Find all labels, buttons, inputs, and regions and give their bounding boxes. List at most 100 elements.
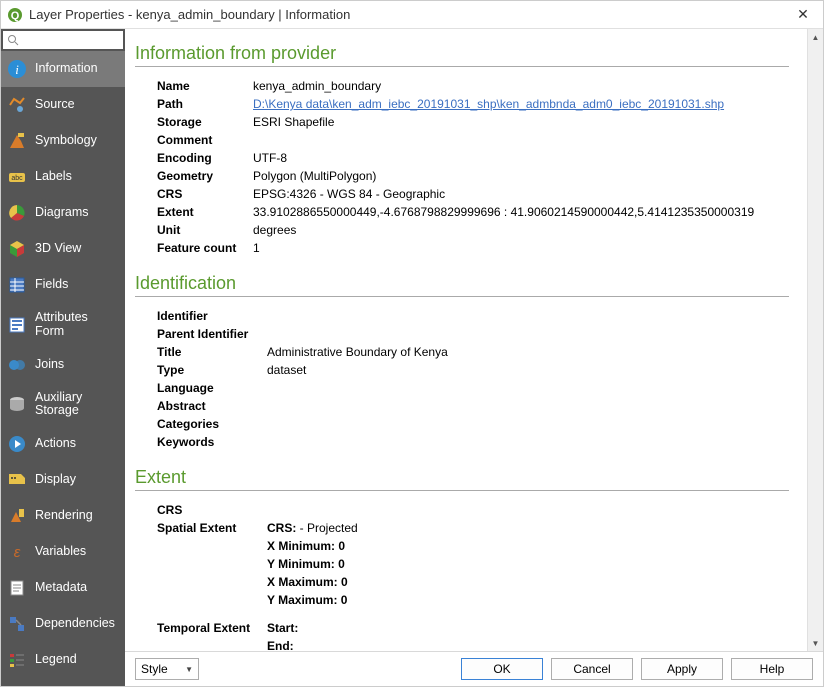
- display-icon: [7, 470, 27, 490]
- apply-button[interactable]: Apply: [641, 658, 723, 680]
- sidebar-item-metadata[interactable]: Metadata: [1, 570, 125, 606]
- fields-icon: [7, 275, 27, 295]
- spatial-extent-values: CRS: - Projected X Minimum: 0 Y Minimum:…: [267, 519, 789, 609]
- label: Categories: [157, 415, 267, 433]
- label: Temporal Extent: [157, 619, 267, 651]
- section-heading-provider: Information from provider: [135, 43, 789, 67]
- sidebar-item-label: Display: [35, 473, 76, 487]
- label: Spatial Extent: [157, 519, 267, 609]
- label: Comment: [157, 131, 253, 149]
- variables-icon: ε: [7, 542, 27, 562]
- label: CRS: [157, 185, 253, 203]
- label: Abstract: [157, 397, 267, 415]
- sidebar-item-label: Auxiliary Storage: [35, 391, 119, 419]
- value: UTF-8: [253, 149, 287, 167]
- sidebar-item-display[interactable]: Display: [1, 462, 125, 498]
- section-heading-identification: Identification: [135, 273, 789, 297]
- svg-text:Q: Q: [11, 10, 20, 22]
- help-button[interactable]: Help: [731, 658, 813, 680]
- label: Geometry: [157, 167, 253, 185]
- sidebar-item-label: Actions: [35, 437, 76, 451]
- style-dropdown-label: Style: [141, 662, 168, 676]
- info-icon: i: [7, 59, 27, 79]
- ok-button[interactable]: OK: [461, 658, 543, 680]
- value: EPSG:4326 - WGS 84 - Geographic: [253, 185, 445, 203]
- labels-icon: abc: [7, 167, 27, 187]
- window-title: Layer Properties - kenya_admin_boundary …: [29, 7, 789, 22]
- label: Name: [157, 77, 253, 95]
- value: Administrative Boundary of Kenya: [267, 343, 448, 361]
- sidebar-item-3dview[interactable]: 3D View: [1, 231, 125, 267]
- scroll-down-arrow[interactable]: ▼: [808, 635, 823, 651]
- metadata-icon: [7, 578, 27, 598]
- scroll-up-arrow[interactable]: ▲: [808, 29, 823, 45]
- svg-text:abc: abc: [11, 175, 23, 182]
- style-dropdown[interactable]: Style ▼: [135, 658, 199, 680]
- legend-icon: [7, 650, 27, 670]
- sidebar-item-label: Attributes Form: [35, 311, 119, 339]
- sidebar-item-label: Metadata: [35, 581, 87, 595]
- vertical-scrollbar[interactable]: ▲ ▼: [807, 29, 823, 651]
- sidebar-item-label: 3D View: [35, 242, 81, 256]
- sidebar-item-label: Fields: [35, 278, 68, 292]
- sidebar-item-label: Legend: [35, 653, 77, 667]
- sidebar-item-symbology[interactable]: Symbology: [1, 123, 125, 159]
- cancel-button[interactable]: Cancel: [551, 658, 633, 680]
- diagrams-icon: [7, 203, 27, 223]
- sidebar-item-information[interactable]: i Information: [1, 51, 125, 87]
- sidebar-item-dependencies[interactable]: Dependencies: [1, 606, 125, 642]
- label: Extent: [157, 203, 253, 221]
- label: Title: [157, 343, 267, 361]
- label: Encoding: [157, 149, 253, 167]
- sidebar-item-label: Labels: [35, 170, 72, 184]
- sidebar-item-label: Variables: [35, 545, 86, 559]
- label: Path: [157, 95, 253, 113]
- section-heading-extent: Extent: [135, 467, 789, 491]
- label: Storage: [157, 113, 253, 131]
- value: 1: [253, 239, 260, 257]
- sidebar-item-source[interactable]: Source: [1, 87, 125, 123]
- sidebar-item-legend[interactable]: Legend: [1, 642, 125, 678]
- label: Unit: [157, 221, 253, 239]
- search-icon: [7, 34, 19, 46]
- sidebar-item-actions[interactable]: Actions: [1, 426, 125, 462]
- symbology-icon: [7, 131, 27, 151]
- label: Identifier: [157, 307, 267, 325]
- sidebar-item-rendering[interactable]: Rendering: [1, 498, 125, 534]
- svg-text:ε: ε: [14, 544, 21, 561]
- deps-icon: [7, 614, 27, 634]
- path-link[interactable]: D:\Kenya data\ken_adm_iebc_20191031_shp\…: [253, 95, 724, 113]
- sidebar: i Information Source Symbology abc Label…: [1, 29, 125, 686]
- sidebar-item-labels[interactable]: abc Labels: [1, 159, 125, 195]
- sidebar-item-diagrams[interactable]: Diagrams: [1, 195, 125, 231]
- sidebar-item-variables[interactable]: ε Variables: [1, 534, 125, 570]
- sidebar-item-label: Joins: [35, 358, 64, 372]
- svg-text:i: i: [15, 62, 19, 77]
- rendering-icon: [7, 506, 27, 526]
- value: 33.9102886550000449,-4.6768798829999696 …: [253, 203, 754, 221]
- sidebar-item-label: Source: [35, 98, 75, 112]
- sidebar-item-aux-storage[interactable]: Auxiliary Storage: [1, 383, 125, 427]
- label: Feature count: [157, 239, 253, 257]
- value: [267, 501, 789, 519]
- titlebar: Q Layer Properties - kenya_admin_boundar…: [1, 1, 823, 29]
- dialog-footer: Style ▼ OK Cancel Apply Help: [125, 651, 823, 686]
- sidebar-item-label: Rendering: [35, 509, 93, 523]
- label: Parent Identifier: [157, 325, 267, 343]
- sidebar-item-joins[interactable]: Joins: [1, 347, 125, 383]
- value: kenya_admin_boundary: [253, 77, 381, 95]
- sidebar-search-input[interactable]: [3, 31, 123, 49]
- aux-icon: [7, 394, 27, 414]
- close-button[interactable]: ✕: [789, 1, 817, 29]
- joins-icon: [7, 355, 27, 375]
- sidebar-item-label: Symbology: [35, 134, 97, 148]
- label: Type: [157, 361, 267, 379]
- value: ESRI Shapefile: [253, 113, 334, 131]
- sidebar-item-label: Information: [35, 62, 98, 76]
- value: dataset: [267, 361, 306, 379]
- chevron-down-icon: ▼: [185, 665, 193, 674]
- sidebar-item-attributes-form[interactable]: Attributes Form: [1, 303, 125, 347]
- label: CRS: [157, 501, 267, 519]
- value: degrees: [253, 221, 296, 239]
- sidebar-item-fields[interactable]: Fields: [1, 267, 125, 303]
